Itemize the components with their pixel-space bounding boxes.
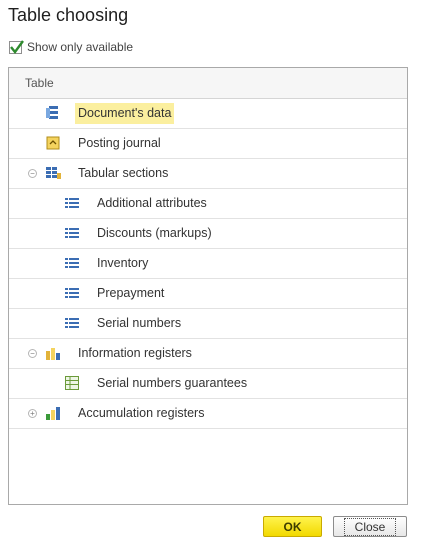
table-row-label: Serial numbers guarantees — [97, 376, 248, 390]
table-row-serial-numbers-guarantees[interactable]: Serial numbers guarantees — [9, 369, 407, 399]
table-row-accumulation-registers[interactable]: + Accumulation registers — [9, 399, 407, 429]
table-row-prepayment[interactable]: Prepayment — [9, 279, 407, 309]
table-row-inventory[interactable]: Inventory — [9, 249, 407, 279]
posting-journal-icon — [45, 135, 61, 151]
table-row-label: Additional attributes — [97, 196, 207, 210]
table-list[interactable]: Table Document's data Posting journal − — [8, 67, 408, 505]
table-icon — [64, 225, 80, 241]
table-icon — [64, 315, 80, 331]
table-column-header: Table — [9, 68, 407, 99]
information-registers-icon — [45, 345, 61, 361]
table-row-serial-numbers[interactable]: Serial numbers — [9, 309, 407, 339]
table-icon — [64, 285, 80, 301]
document-data-icon — [45, 105, 61, 121]
table-row-additional-attributes[interactable]: Additional attributes — [9, 189, 407, 219]
table-row-label: Document's data — [75, 103, 175, 124]
table-row-documents-data[interactable]: Document's data — [9, 99, 407, 129]
table-row-posting-journal[interactable]: Posting journal — [9, 129, 407, 159]
show-only-available-checkbox[interactable] — [9, 39, 24, 54]
show-only-available-option[interactable]: Show only available — [9, 39, 133, 54]
table-row-tabular-sections[interactable]: − Tabular sections — [9, 159, 407, 189]
table-icon — [64, 195, 80, 211]
dialog-title: Table choosing — [8, 5, 129, 25]
collapse-toggle-icon[interactable]: − — [28, 169, 37, 178]
show-only-available-label[interactable]: Show only available — [27, 40, 133, 54]
close-button-label: Close — [343, 517, 397, 536]
table-row-label: Discounts (markups) — [97, 226, 212, 240]
table-icon — [64, 255, 80, 271]
close-button[interactable]: Close — [333, 516, 407, 537]
table-row-label: Information registers — [78, 346, 192, 360]
accumulation-registers-icon — [45, 405, 61, 421]
ok-button[interactable]: OK — [263, 516, 322, 537]
expand-toggle-icon[interactable]: + — [28, 409, 37, 418]
table-row-discounts-markups[interactable]: Discounts (markups) — [9, 219, 407, 249]
table-row-label: Tabular sections — [78, 166, 169, 180]
checkmark-icon — [10, 39, 24, 54]
table-row-label: Posting journal — [78, 136, 161, 150]
collapse-toggle-icon[interactable]: − — [28, 349, 37, 358]
table-row-information-registers[interactable]: − Information registers — [9, 339, 407, 369]
tabular-sections-icon — [45, 165, 61, 181]
table-row-label: Inventory — [97, 256, 149, 270]
table-row-label: Accumulation registers — [78, 406, 205, 420]
information-register-icon — [64, 375, 80, 391]
table-row-label: Serial numbers — [97, 316, 182, 330]
table-row-label: Prepayment — [97, 286, 165, 300]
